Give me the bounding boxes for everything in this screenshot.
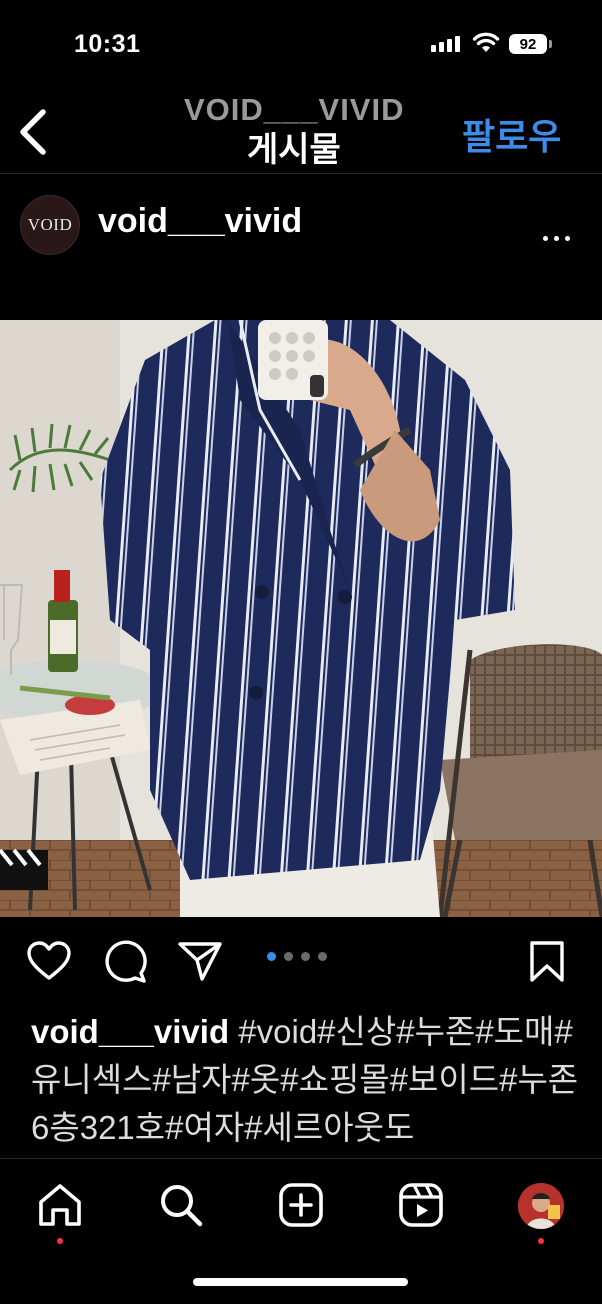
avatar-logo-text: VOID — [27, 215, 73, 234]
cellular-signal-icon — [431, 36, 460, 52]
carousel-dot-active — [267, 952, 276, 961]
share-icon[interactable] — [177, 940, 223, 982]
header-divider — [0, 173, 602, 174]
post-caption: void___vivid #void#신상#누존#도매#유니섹스#남자#옷#쇼핑… — [31, 1008, 581, 1152]
bookmark-icon[interactable] — [527, 940, 567, 984]
comment-icon[interactable] — [101, 940, 147, 984]
carousel-dot — [301, 952, 310, 961]
caption-container: void___vivid #void#신상#누존#도매#유니섹스#남자#옷#쇼핑… — [0, 1000, 602, 1158]
search-icon[interactable] — [158, 1182, 204, 1228]
chevron-left-icon[interactable] — [16, 108, 50, 156]
home-indicator[interactable] — [193, 1278, 408, 1286]
ellipsis-icon[interactable] — [543, 236, 570, 241]
battery-indicator: 92 — [509, 34, 547, 54]
bottom-nav-divider — [0, 1158, 602, 1159]
create-icon[interactable] — [278, 1182, 324, 1228]
status-time: 10:31 — [74, 30, 141, 58]
battery-cap — [549, 40, 552, 48]
post-username[interactable]: void___vivid — [98, 202, 302, 241]
wifi-icon — [472, 32, 500, 52]
home-icon[interactable] — [37, 1182, 83, 1228]
heart-icon[interactable] — [26, 940, 72, 982]
carousel-dot — [284, 952, 293, 961]
page-title: 게시물 — [247, 131, 341, 169]
follow-button[interactable]: 팔로우 — [462, 108, 561, 160]
profile-avatar[interactable] — [518, 1183, 564, 1229]
caption-username[interactable]: void___vivid — [31, 1013, 229, 1050]
reels-icon[interactable] — [398, 1182, 444, 1228]
carousel-indicator — [267, 952, 327, 961]
home-notification-dot — [57, 1238, 63, 1244]
carousel-dot — [318, 952, 327, 961]
post-photo[interactable] — [0, 320, 602, 917]
avatar[interactable]: VOID — [20, 195, 80, 255]
profile-notification-dot — [538, 1238, 544, 1244]
